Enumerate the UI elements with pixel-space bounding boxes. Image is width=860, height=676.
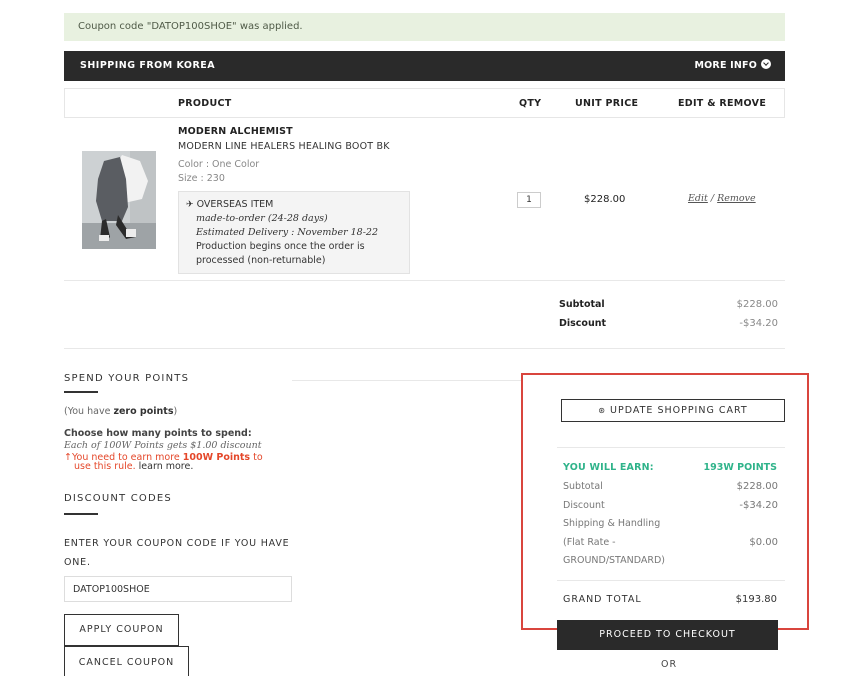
made-to-order-text: made-to-order (24-28 days) xyxy=(196,213,328,224)
earn-more-warning: ↑You need to earn more 100W Points to us… xyxy=(64,452,263,472)
divider xyxy=(64,348,785,349)
proceed-to-checkout-button[interactable]: PROCEED TO CHECKOUT xyxy=(557,620,778,650)
overseas-label: OVERSEAS ITEM xyxy=(196,199,274,210)
flat-rate-label-line2: GROUND/STANDARD) xyxy=(563,555,665,566)
apply-coupon-button[interactable]: APPLY COUPON xyxy=(64,614,179,646)
product-size: Size : 230 xyxy=(178,173,225,184)
overseas-label-row: ✈ OVERSEAS ITEM xyxy=(186,198,409,212)
update-cart-label: UPDATE SHOPPING CART xyxy=(610,405,748,416)
discount-codes-title: DISCOUNT CODES xyxy=(64,493,172,504)
remove-link[interactable]: Remove xyxy=(717,193,756,204)
earn-points-value: 193W POINTS xyxy=(703,462,777,473)
summary-discount-label: Discount xyxy=(559,318,607,329)
product-name[interactable]: MODERN LINE HEALERS HEALING BOOT BK xyxy=(178,141,390,152)
product-image[interactable] xyxy=(82,151,156,249)
more-info-link[interactable]: MORE INFO xyxy=(694,51,771,81)
header-qty: QTY xyxy=(519,98,542,109)
edit-remove-links: Edit / Remove xyxy=(688,193,756,204)
quantity-input[interactable]: 1 xyxy=(517,192,541,208)
refresh-icon: ⊛ xyxy=(598,406,606,415)
summary-subtotal-value: $228.00 xyxy=(736,299,778,310)
shipping-handling-label: Shipping & Handling xyxy=(563,518,661,529)
divider xyxy=(557,580,785,581)
header-product: PRODUCT xyxy=(178,98,232,109)
divider xyxy=(64,280,785,281)
section-underline xyxy=(64,391,98,393)
or-separator: OR xyxy=(661,659,678,670)
cart-table-header: PRODUCT QTY UNIT PRICE EDIT & REMOVE xyxy=(64,88,785,118)
link-separator: / xyxy=(710,193,715,204)
more-info-label: MORE INFO xyxy=(694,60,757,71)
learn-more-link[interactable]: learn more. xyxy=(136,461,194,472)
header-unit-price: UNIT PRICE xyxy=(575,98,639,109)
coupon-prompt: ENTER YOUR COUPON CODE IF YOU HAVE ONE. xyxy=(64,538,290,568)
plane-icon: ✈ xyxy=(186,200,194,210)
arrow-up-icon: ↑ xyxy=(64,452,72,463)
totals-discount-label: Discount xyxy=(563,500,605,511)
shipping-header-bar: SHIPPING FROM KOREA MORE INFO xyxy=(64,51,785,81)
update-cart-button[interactable]: ⊛ UPDATE SHOPPING CART xyxy=(561,399,785,422)
chevron-circle-down-icon xyxy=(761,59,771,69)
totals-subtotal-value: $228.00 xyxy=(736,481,778,492)
points-balance: (You have zero points) xyxy=(64,406,178,417)
summary-discount-value: -$34.20 xyxy=(739,318,778,329)
points-balance-value: zero points xyxy=(113,406,174,417)
shipping-value: $0.00 xyxy=(749,537,778,548)
product-photo xyxy=(82,151,156,249)
cancel-coupon-button[interactable]: CANCEL COUPON xyxy=(64,646,189,676)
section-underline xyxy=(64,513,98,515)
unit-price: $228.00 xyxy=(584,194,626,205)
totals-discount-value: -$34.20 xyxy=(739,500,778,511)
spend-points-title: SPEND YOUR POINTS xyxy=(64,373,190,384)
summary-subtotal-label: Subtotal xyxy=(559,299,605,310)
edit-link[interactable]: Edit xyxy=(688,193,708,204)
header-edit-remove: EDIT & REMOVE xyxy=(678,98,767,109)
estimated-delivery-text: Estimated Delivery : November 18-22 xyxy=(196,227,379,238)
coupon-code-input[interactable] xyxy=(64,576,292,602)
flat-rate-label-line1: (Flat Rate - xyxy=(563,537,616,548)
shipping-title: SHIPPING FROM KOREA xyxy=(80,60,216,71)
coupon-applied-notice: Coupon code "DATOP100SHOE" was applied. xyxy=(64,13,785,41)
divider xyxy=(557,447,785,448)
product-brand[interactable]: MODERN ALCHEMIST xyxy=(178,126,293,137)
grand-total-value: $193.80 xyxy=(735,594,777,605)
points-rule-text: Each of 100W Points gets $1.00 discount xyxy=(64,440,262,451)
production-text-line1: Production begins once the order is xyxy=(196,241,365,252)
divider xyxy=(292,380,521,381)
product-color: Color : One Color xyxy=(178,159,260,170)
overseas-item-box: ✈ OVERSEAS ITEM made-to-order (24-28 day… xyxy=(178,191,410,274)
production-text-line2: processed (non-returnable) xyxy=(196,255,326,266)
totals-subtotal-label: Subtotal xyxy=(563,481,603,492)
earn-points-label: YOU WILL EARN: xyxy=(563,462,654,473)
choose-points-label: Choose how many points to spend: xyxy=(64,428,252,439)
grand-total-label: GRAND TOTAL xyxy=(563,594,642,605)
